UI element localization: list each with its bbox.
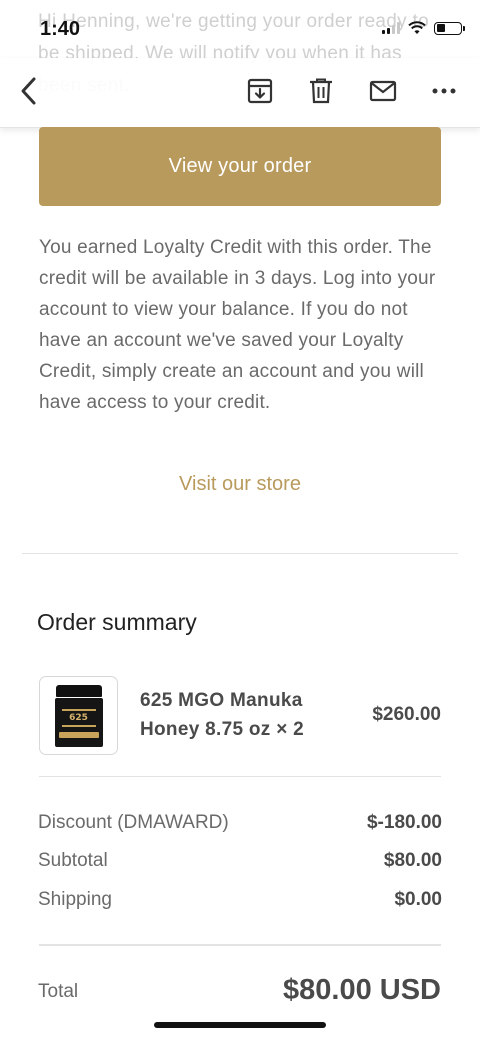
- discount-row: Discount (DMAWARD) $-180.00: [38, 812, 442, 834]
- product-thumb-label: 625: [69, 712, 88, 723]
- trash-icon: [310, 78, 332, 104]
- signal-icon: [382, 22, 400, 34]
- shipping-label: Shipping: [38, 889, 112, 910]
- status-icons: [382, 21, 465, 35]
- product-price: $260.00: [372, 704, 441, 725]
- shipping-row: Shipping $0.00: [38, 889, 442, 911]
- view-order-button[interactable]: View your order: [39, 127, 441, 206]
- total-value: $80.00 USD: [283, 974, 441, 1006]
- shipping-value: $0.00: [394, 889, 442, 910]
- section-divider: [22, 553, 458, 554]
- mail-button[interactable]: [368, 76, 398, 106]
- status-bar: 1:40: [0, 0, 480, 58]
- status-time: 1:40: [40, 18, 81, 40]
- mail-toolbar: [0, 58, 480, 128]
- discount-value: $-180.00: [366, 812, 442, 833]
- subtotal-label: Subtotal: [38, 850, 108, 871]
- total-label: Total: [38, 981, 79, 1002]
- honey-jar-image: 625: [54, 684, 104, 747]
- trash-button[interactable]: [306, 76, 336, 106]
- total-divider: [39, 944, 441, 946]
- subtotal-value: $80.00: [383, 850, 442, 871]
- archive-button[interactable]: [245, 76, 275, 106]
- home-indicator[interactable]: [154, 1022, 326, 1028]
- visit-store-link[interactable]: Visit our store: [0, 473, 480, 496]
- mail-icon: [369, 80, 397, 102]
- order-summary-title: Order summary: [37, 609, 197, 635]
- chevron-left-icon: [21, 77, 36, 105]
- product-thumbnail: 625: [39, 676, 118, 755]
- wifi-icon: [408, 21, 426, 34]
- archive-icon: [247, 78, 273, 104]
- loyalty-credit-text: You earned Loyalty Credit with this orde…: [39, 237, 436, 413]
- product-name: 625 MGO Manuka Honey 8.75 oz × 2: [140, 690, 305, 740]
- back-button[interactable]: [14, 76, 44, 106]
- battery-icon: [434, 21, 465, 35]
- more-horizontal-icon: [432, 88, 456, 94]
- subtotal-row: Subtotal $80.00: [38, 850, 442, 872]
- discount-label: Discount (DMAWARD): [38, 812, 229, 833]
- more-button[interactable]: [429, 76, 459, 106]
- summary-divider: [39, 776, 441, 777]
